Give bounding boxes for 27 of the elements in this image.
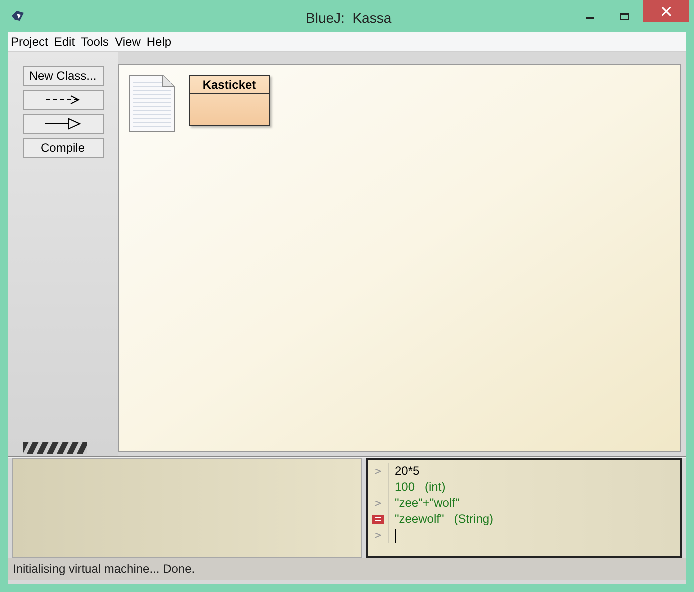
codepad-line: 20*5 — [395, 464, 420, 478]
machine-indicator-icon — [23, 442, 87, 454]
toolbar-button[interactable]: New Class... — [22, 66, 104, 86]
app-icon — [11, 10, 25, 22]
uses-arrow-button[interactable] — [22, 90, 104, 110]
toolbar-button[interactable]: Compile — [22, 138, 104, 158]
close-icon — [662, 6, 670, 16]
menu-item[interactable]: Edit — [54, 32, 76, 50]
class-name: Kasticket — [202, 76, 256, 94]
codepad[interactable]: 20*5 100 (int) "zee"+"wolf" "zeewolf" (String) — [366, 458, 682, 558]
menu-item[interactable]: Project — [11, 32, 48, 50]
codepad-line: "zeewolf" (String) — [395, 512, 494, 526]
readme-note-icon — [129, 75, 175, 132]
close-button[interactable] — [643, 0, 689, 22]
menu-item[interactable]: Tools — [81, 32, 110, 50]
class-box[interactable]: Kasticket — [189, 75, 270, 126]
inherits-arrow-button[interactable] — [22, 114, 104, 134]
hollow-arrow-icon — [45, 118, 81, 130]
window-title: BlueJ: Kassa — [306, 9, 392, 28]
dashed-arrow-icon — [46, 95, 80, 105]
menu-item[interactable]: View — [115, 32, 141, 50]
codepad-line: 100 (int) — [395, 480, 446, 494]
text-cursor — [395, 528, 396, 543]
menu-item[interactable]: Help — [146, 32, 172, 50]
object-icon — [372, 514, 384, 524]
status-text: Initialising virtual machine... Done. — [13, 561, 196, 578]
codepad-line: "zee"+"wolf" — [395, 496, 460, 510]
